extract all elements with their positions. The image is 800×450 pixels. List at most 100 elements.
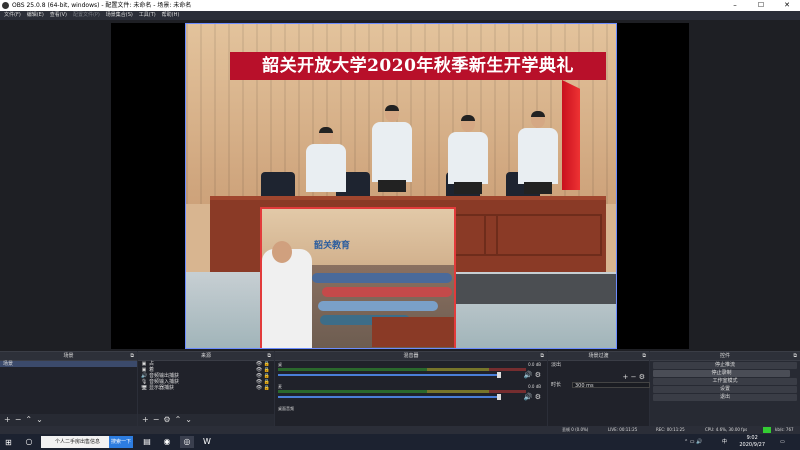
- add-icon[interactable]: +: [623, 373, 629, 381]
- bitrate: kb/s: 767: [775, 427, 794, 432]
- minimize-button[interactable]: –: [722, 0, 748, 11]
- clock-date: 2020/9/27: [739, 442, 765, 448]
- remove-icon[interactable]: −: [15, 414, 22, 426]
- stop-streaming-button[interactable]: 停止推流: [653, 362, 797, 369]
- chrome-icon[interactable]: ◉: [160, 436, 174, 448]
- undock-icon[interactable]: ⧉: [793, 352, 797, 360]
- window-title: OBS 25.0.8 (64-bit, windows) - 配置文件: 未命名…: [12, 2, 192, 9]
- input-language[interactable]: 中: [722, 434, 727, 450]
- move-up-icon[interactable]: ⌃: [175, 414, 182, 426]
- add-icon[interactable]: +: [142, 414, 149, 426]
- pip-video-source[interactable]: 韶关教育: [260, 207, 456, 348]
- person-on-stage: [372, 105, 412, 196]
- remove-icon[interactable]: −: [631, 373, 637, 381]
- menu-view[interactable]: 查看(V): [50, 11, 67, 20]
- channel-db: 0.0 dB: [528, 384, 541, 389]
- gear-icon[interactable]: ⚙: [535, 371, 541, 379]
- volume-slider-handle[interactable]: [497, 372, 501, 378]
- file-explorer-icon[interactable]: ▤: [140, 436, 154, 448]
- windows-start-icon[interactable]: ⊞: [5, 438, 12, 447]
- mixer-channels: 桌 0.0 dB 🔊 ⚙ 麦 0.0 dB 🔊 ⚙ 桌面音频: [275, 361, 547, 426]
- scenes-list[interactable]: 场景: [0, 361, 137, 414]
- scenes-title: 场景: [63, 353, 74, 359]
- mixer-title: 混音器: [403, 353, 419, 359]
- exit-button[interactable]: 退出: [653, 394, 797, 401]
- chair: [261, 172, 295, 196]
- sources-title: 来源: [200, 353, 211, 359]
- volume-slider-handle[interactable]: [497, 394, 501, 400]
- undock-icon[interactable]: ⧉: [267, 352, 271, 360]
- volume-meter: [278, 368, 526, 371]
- transitions-dock: 场景过渡 ⧉ 淡出 + − ⚙ 时长 300 ms: [548, 351, 650, 426]
- tray-icons[interactable]: ⌃ ▭ 🔊: [684, 434, 702, 450]
- remove-icon[interactable]: −: [153, 414, 160, 426]
- undock-icon[interactable]: ⧉: [540, 352, 544, 360]
- source-label: 显示器捕获: [149, 385, 175, 391]
- monitor-icon: 🖥: [141, 385, 148, 391]
- duration-label: 时长: [551, 382, 562, 388]
- move-up-icon[interactable]: ⌃: [25, 414, 32, 426]
- close-button[interactable]: ✕: [774, 0, 800, 11]
- word-icon[interactable]: W: [200, 436, 214, 448]
- menu-tools[interactable]: 工具(T): [139, 11, 156, 20]
- transition-type: 淡出: [551, 362, 562, 368]
- speaker-mute-icon[interactable]: 🔊: [524, 371, 533, 379]
- mixer-channel: 麦 0.0 dB 🔊 ⚙: [275, 383, 547, 405]
- menu-profile[interactable]: 配置文件(P): [73, 11, 100, 20]
- duration-input[interactable]: 300 ms: [572, 382, 650, 389]
- transitions-title: 场景过渡: [588, 353, 609, 359]
- scenes-toolbar: + − ⌃ ⌄: [0, 414, 137, 426]
- menu-scene-collection[interactable]: 场景集合(S): [106, 11, 133, 20]
- channel-name: 桌面音频: [278, 406, 294, 411]
- stop-recording-button[interactable]: 停止录制: [653, 370, 790, 377]
- speaker-mute-icon[interactable]: 🔊: [524, 393, 533, 401]
- gear-icon[interactable]: ⚙: [535, 393, 541, 401]
- gear-icon[interactable]: ⚙: [639, 373, 645, 381]
- undock-icon[interactable]: ⧉: [642, 352, 646, 360]
- volume-slider[interactable]: [278, 396, 500, 398]
- move-down-icon[interactable]: ⌄: [185, 414, 192, 426]
- channel-db: 0.0 dB: [528, 362, 541, 367]
- source-item[interactable]: 🖥 显示器捕获 👁 🔒: [138, 385, 274, 391]
- gear-icon[interactable]: ⚙: [163, 414, 170, 426]
- preview-area[interactable]: 韶关开放大学2020年秋季新生开学典礼 韶关教育: [0, 20, 800, 351]
- notification-icon[interactable]: ▭: [780, 434, 785, 450]
- settings-button[interactable]: 设置: [653, 386, 797, 393]
- eye-lock-icon[interactable]: 👁 🔒: [256, 385, 270, 391]
- sources-list[interactable]: ▣ 占 👁 🔒 ▣ 着 👁 🔒 🔊 音频输出捕获 👁 🔒 🎙 音频输入捕获 👁 🔒 🖥 显示器捕获…: [138, 361, 274, 414]
- status-bar: 丢帧 0 (0.0%) LIVE: 00:11:25 REC: 00:11:25…: [0, 426, 800, 434]
- volume-slider[interactable]: [278, 374, 500, 376]
- clock-time: 9:02: [746, 435, 758, 441]
- maximize-button[interactable]: ☐: [748, 0, 774, 11]
- cortana-icon[interactable]: ○: [22, 436, 36, 448]
- window-controls: – ☐ ✕: [722, 0, 800, 11]
- taskbar-clock[interactable]: 9:02 2020/9/27: [739, 435, 765, 449]
- obs-taskbar-icon[interactable]: ◎: [180, 436, 194, 448]
- person-on-stage: [306, 127, 346, 204]
- studio-mode-button[interactable]: 工作室模式: [653, 378, 797, 385]
- preview-canvas[interactable]: 韶关开放大学2020年秋季新生开学典礼 韶关教育: [111, 23, 689, 349]
- transitions-panel: 淡出 + − ⚙ 时长 300 ms: [548, 361, 650, 426]
- menu-bar: 文件(F) 编辑(E) 查看(V) 配置文件(P) 场景集合(S) 工具(T) …: [0, 11, 800, 20]
- rec-timer: REC: 00:11:25: [656, 427, 685, 432]
- menu-edit[interactable]: 编辑(E): [27, 11, 44, 20]
- scene-item[interactable]: 场景: [0, 361, 137, 367]
- controls-panel: 停止推流 停止录制 工作室模式 设置 退出: [650, 361, 800, 426]
- transition-select[interactable]: 淡出: [548, 361, 649, 369]
- ceremony-banner: 韶关开放大学2020年秋季新生开学典礼: [230, 52, 606, 80]
- menu-help[interactable]: 帮助(H): [162, 11, 180, 20]
- sources-toolbar: + − ⚙ ⌃ ⌄: [138, 414, 274, 426]
- menu-file[interactable]: 文件(F): [4, 11, 21, 20]
- transition-toolbar: + − ⚙: [548, 373, 649, 381]
- scenes-dock: 场景 ⧉ 场景 + − ⌃ ⌄: [0, 351, 137, 426]
- add-icon[interactable]: +: [4, 414, 11, 426]
- person-on-stage: [518, 111, 558, 196]
- search-button[interactable]: 搜索一下: [109, 436, 133, 448]
- foreground-person: [262, 241, 312, 348]
- undock-icon[interactable]: ⧉: [130, 352, 134, 360]
- windows-taskbar: ⊞ ○ 个人二手房出售信息 搜索一下 ▤ ◉ ◎ W ⌃ ▭ 🔊 中 9:02 …: [0, 434, 800, 450]
- taskbar-search-box[interactable]: 个人二手房出售信息: [41, 436, 109, 448]
- move-down-icon[interactable]: ⌄: [36, 414, 43, 426]
- main-video-source[interactable]: 韶关开放大学2020年秋季新生开学典礼 韶关教育: [185, 23, 617, 349]
- red-flag: [562, 80, 580, 190]
